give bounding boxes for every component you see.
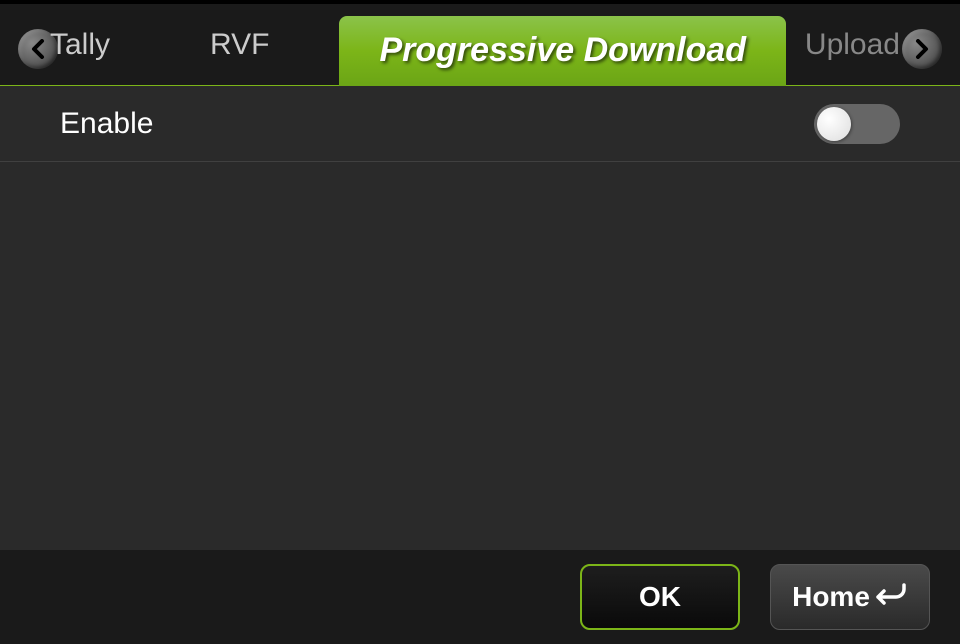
enable-row: Enable: [0, 86, 960, 162]
nav-next-button[interactable]: [902, 29, 942, 69]
footer: OK Home: [0, 550, 960, 644]
tab-tally[interactable]: Tally: [20, 11, 140, 79]
ok-button-label: OK: [639, 581, 681, 613]
home-button[interactable]: Home: [770, 564, 930, 630]
tab-rvf[interactable]: RVF: [180, 11, 299, 79]
home-button-label: Home: [792, 581, 870, 613]
content-area: Enable: [0, 86, 960, 550]
tabs-container: Tally RVF Progressive Download Upload: [0, 4, 960, 85]
chevron-right-icon: [914, 39, 930, 59]
toggle-knob: [817, 107, 851, 141]
empty-content-area: [0, 162, 960, 550]
enable-toggle[interactable]: [814, 104, 900, 144]
enable-label: Enable: [60, 107, 153, 141]
return-icon: [876, 583, 908, 611]
tab-progressive-download[interactable]: Progressive Download: [339, 16, 786, 86]
ok-button[interactable]: OK: [580, 564, 740, 630]
